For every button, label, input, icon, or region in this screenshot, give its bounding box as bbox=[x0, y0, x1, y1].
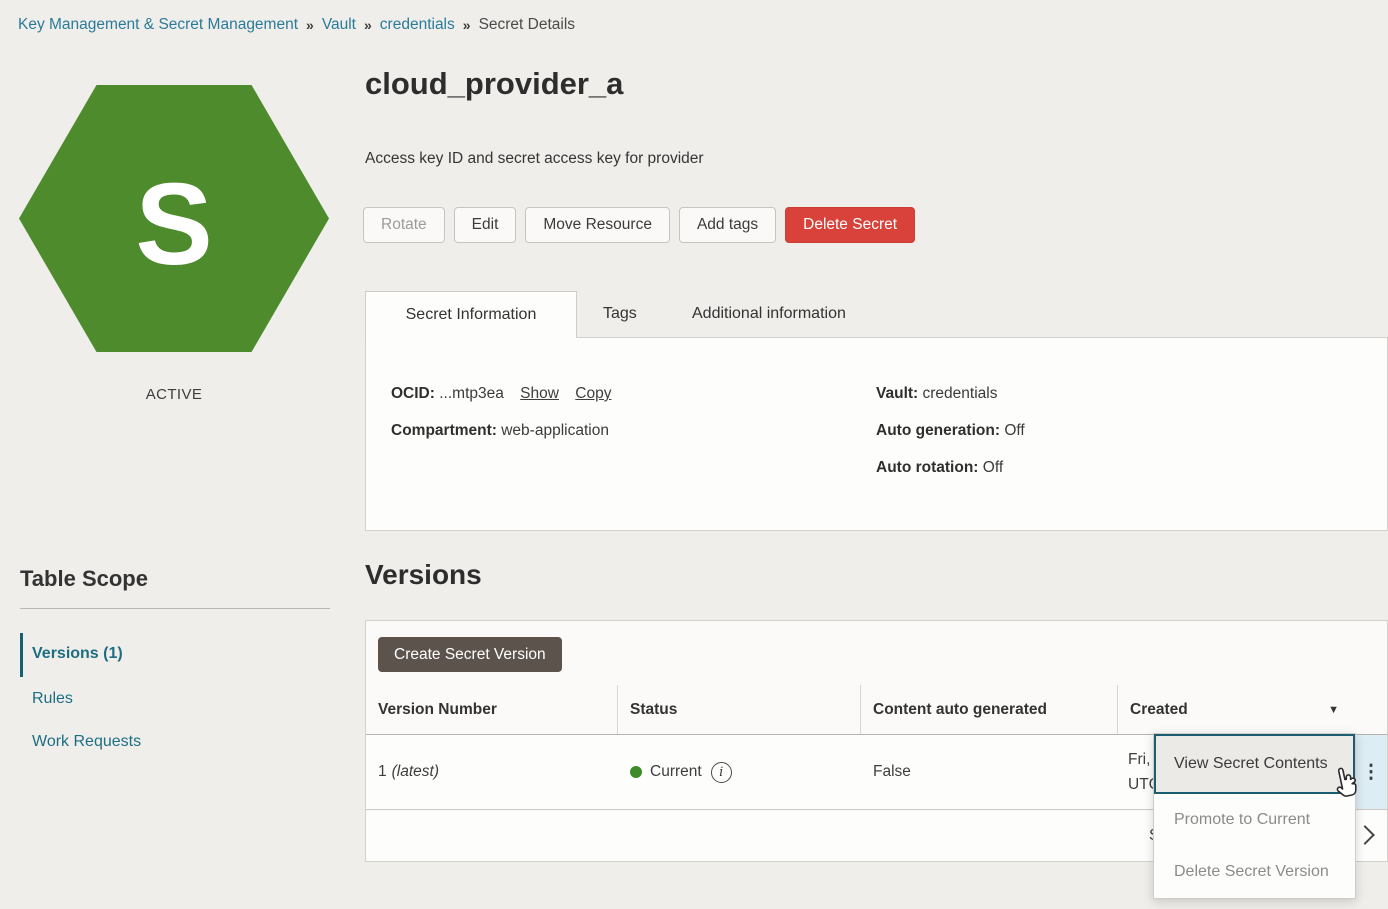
secret-details-page: Key Management & Secret Management » Vau… bbox=[0, 0, 1388, 909]
column-header-created-label: Created bbox=[1130, 701, 1188, 719]
info-icon[interactable]: i bbox=[711, 762, 732, 783]
show-ocid-link[interactable]: Show bbox=[520, 385, 559, 402]
breadcrumb-separator-icon: » bbox=[364, 17, 372, 33]
delete-secret-button[interactable]: Delete Secret bbox=[785, 207, 915, 243]
status-value: Current bbox=[650, 763, 702, 781]
kebab-menu-icon[interactable]: ⋮ bbox=[1362, 761, 1381, 784]
resource-state-label: ACTIVE bbox=[19, 386, 329, 403]
status-dot-icon bbox=[630, 766, 642, 778]
column-header-version-number[interactable]: Version Number bbox=[366, 685, 618, 734]
breadcrumb-separator-icon: » bbox=[306, 17, 314, 33]
resource-hexagon-icon: S bbox=[19, 85, 329, 352]
vault-value: credentials bbox=[923, 385, 998, 402]
sidebar-item-versions[interactable]: Versions (1) bbox=[32, 645, 123, 663]
copy-ocid-link[interactable]: Copy bbox=[575, 385, 611, 402]
column-header-created[interactable]: Created ▼ bbox=[1118, 685, 1355, 734]
table-scope-heading: Table Scope bbox=[20, 566, 148, 592]
tab-secret-information[interactable]: Secret Information bbox=[365, 291, 577, 338]
breadcrumb-link-key-management[interactable]: Key Management & Secret Management bbox=[18, 16, 298, 34]
auto-generation-row: Auto generation: Off bbox=[876, 419, 1025, 442]
sidebar-divider bbox=[20, 608, 330, 609]
breadcrumb-current: Secret Details bbox=[479, 16, 575, 34]
column-header-actions bbox=[1355, 685, 1387, 734]
sidebar-item-rules[interactable]: Rules bbox=[32, 690, 73, 708]
resource-initial: S bbox=[135, 156, 212, 282]
create-secret-version-button[interactable]: Create Secret Version bbox=[378, 637, 562, 672]
version-latest-note: (latest) bbox=[392, 763, 439, 781]
compartment-label: Compartment: bbox=[391, 422, 497, 439]
column-header-content-auto-generated[interactable]: Content auto generated bbox=[861, 685, 1118, 734]
action-buttons-row: Rotate Edit Move Resource Add tags Delet… bbox=[363, 207, 915, 243]
sort-descending-icon[interactable]: ▼ bbox=[1328, 704, 1339, 716]
cursor-pointer-icon bbox=[1325, 763, 1365, 803]
auto-generation-label: Auto generation: bbox=[876, 422, 1000, 439]
menu-item-delete-secret-version[interactable]: Delete Secret Version bbox=[1154, 846, 1355, 898]
column-header-status[interactable]: Status bbox=[618, 685, 861, 734]
ocid-row: OCID: ...mtp3ea Show Copy bbox=[391, 382, 611, 405]
active-item-indicator bbox=[20, 633, 23, 677]
next-page-chevron-icon[interactable] bbox=[1355, 825, 1375, 845]
add-tags-button[interactable]: Add tags bbox=[679, 207, 776, 243]
breadcrumb-link-credentials[interactable]: credentials bbox=[380, 16, 455, 34]
table-header-row: Version Number Status Content auto gener… bbox=[366, 685, 1387, 735]
secret-information-panel: OCID: ...mtp3ea Show Copy Compartment: w… bbox=[365, 337, 1388, 531]
auto-rotation-label: Auto rotation: bbox=[876, 459, 978, 476]
auto-rotation-value: Off bbox=[983, 459, 1003, 476]
compartment-value: web-application bbox=[501, 422, 609, 439]
sidebar-item-work-requests[interactable]: Work Requests bbox=[32, 733, 141, 751]
ocid-label: OCID: bbox=[391, 385, 435, 402]
vault-label: Vault: bbox=[876, 385, 918, 402]
versions-heading: Versions bbox=[365, 559, 482, 591]
page-title: cloud_provider_a bbox=[365, 66, 623, 102]
move-resource-button[interactable]: Move Resource bbox=[525, 207, 670, 243]
status-cell: Current i bbox=[618, 735, 861, 809]
row-context-menu: View Secret Contents Promote to Current … bbox=[1153, 733, 1356, 899]
content-auto-generated-cell: False bbox=[861, 735, 1118, 809]
info-column-right: Vault: credentials Auto generation: Off … bbox=[876, 382, 1025, 493]
breadcrumb-link-vault[interactable]: Vault bbox=[322, 16, 356, 34]
menu-item-view-secret-contents[interactable]: View Secret Contents bbox=[1154, 734, 1355, 794]
auto-generation-value: Off bbox=[1004, 422, 1024, 439]
edit-button[interactable]: Edit bbox=[454, 207, 517, 243]
auto-rotation-row: Auto rotation: Off bbox=[876, 456, 1025, 479]
compartment-row: Compartment: web-application bbox=[391, 419, 611, 442]
info-column-left: OCID: ...mtp3ea Show Copy Compartment: w… bbox=[391, 382, 611, 456]
ocid-value: ...mtp3ea bbox=[439, 385, 504, 402]
breadcrumb-separator-icon: » bbox=[463, 17, 471, 33]
tab-tags[interactable]: Tags bbox=[603, 291, 637, 337]
version-number-cell: 1 (latest) bbox=[366, 735, 618, 809]
rotate-button[interactable]: Rotate bbox=[363, 207, 445, 243]
vault-row: Vault: credentials bbox=[876, 382, 1025, 405]
tab-additional-information[interactable]: Additional information bbox=[692, 291, 846, 337]
breadcrumb: Key Management & Secret Management » Vau… bbox=[18, 16, 575, 34]
resource-description: Access key ID and secret access key for … bbox=[365, 150, 704, 168]
created-line-1: Fri, bbox=[1128, 747, 1150, 772]
version-number-value: 1 bbox=[378, 763, 387, 781]
menu-item-promote-to-current[interactable]: Promote to Current bbox=[1154, 794, 1355, 846]
